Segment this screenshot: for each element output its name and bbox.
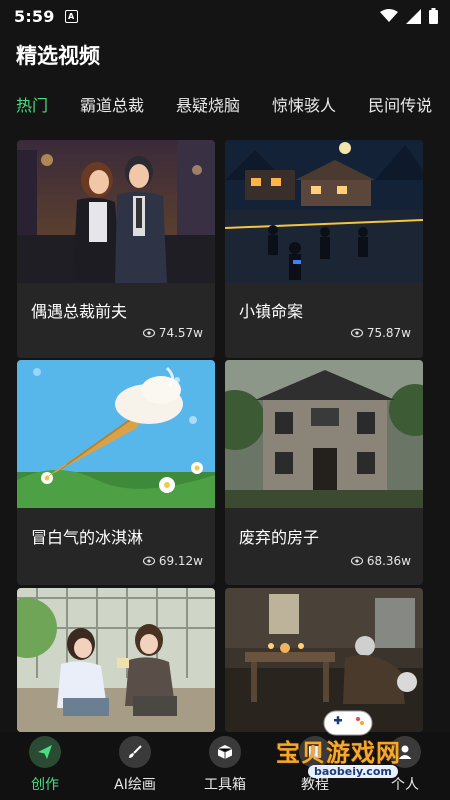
notification-icon: A [64, 9, 78, 23]
status-time: 5:59 [14, 6, 55, 26]
watermark-url: baobeiy.com [308, 765, 398, 778]
tab-horror[interactable]: 惊悚骇人 [272, 88, 336, 122]
view-count: 68.36w [350, 554, 411, 568]
watermark: 宝贝游戏网 baobeiy.com [274, 705, 424, 795]
eye-icon [142, 328, 155, 338]
view-count-value: 75.87w [366, 326, 411, 340]
nav-label: 工具箱 [204, 777, 246, 793]
tab-mystery[interactable]: 悬疑烧脑 [176, 88, 240, 122]
signal-icon [406, 8, 421, 24]
video-card[interactable]: 小镇命案 75.87w [225, 140, 423, 358]
video-card[interactable]: 废弃的房子 68.36w [225, 360, 423, 585]
video-title: 小镇命案 [239, 302, 304, 321]
video-card[interactable]: 冒白气的冰淇淋 69.12w [17, 360, 215, 585]
wifi-icon [380, 9, 398, 22]
watermark-text: 宝贝游戏网 [276, 739, 401, 767]
category-tabs: 热门 霸道总裁 悬疑烧脑 惊悚骇人 民间传说 [0, 88, 450, 122]
battery-icon [429, 8, 438, 24]
view-count-value: 74.57w [158, 326, 203, 340]
status-icons [380, 8, 438, 24]
tab-ceo[interactable]: 霸道总裁 [80, 88, 144, 122]
nav-ai-painting[interactable]: AI绘画 [90, 732, 180, 800]
eye-icon [350, 556, 363, 566]
view-count: 69.12w [142, 554, 203, 568]
video-thumbnail[interactable] [17, 588, 215, 732]
eye-icon [350, 328, 363, 338]
nav-label: AI绘画 [114, 777, 156, 793]
nav-create[interactable]: 创作 [0, 732, 90, 800]
video-card[interactable]: 偶遇总裁前夫 74.57w [17, 140, 215, 358]
video-thumbnail[interactable] [225, 140, 423, 283]
view-count: 74.57w [142, 326, 203, 340]
video-card[interactable] [17, 588, 215, 732]
video-thumbnail[interactable] [225, 360, 423, 508]
view-count-value: 69.12w [158, 554, 203, 568]
video-title: 废弃的房子 [239, 528, 320, 547]
view-count: 75.87w [350, 326, 411, 340]
video-title: 偶遇总裁前夫 [31, 302, 128, 321]
video-thumbnail[interactable] [17, 360, 215, 508]
eye-icon [142, 556, 155, 566]
nav-toolbox[interactable]: 工具箱 [180, 732, 270, 800]
view-count-value: 68.36w [366, 554, 411, 568]
tab-hot[interactable]: 热门 [16, 88, 48, 122]
video-title: 冒白气的冰淇淋 [31, 528, 144, 547]
box-icon [209, 736, 241, 768]
page-title: 精选视频 [16, 44, 100, 68]
video-thumbnail[interactable] [17, 140, 215, 283]
status-bar: 5:59 A [0, 0, 450, 32]
nav-label: 创作 [31, 777, 59, 793]
send-icon [29, 736, 61, 768]
brush-icon [119, 736, 151, 768]
tab-folklore[interactable]: 民间传说 [368, 88, 432, 122]
